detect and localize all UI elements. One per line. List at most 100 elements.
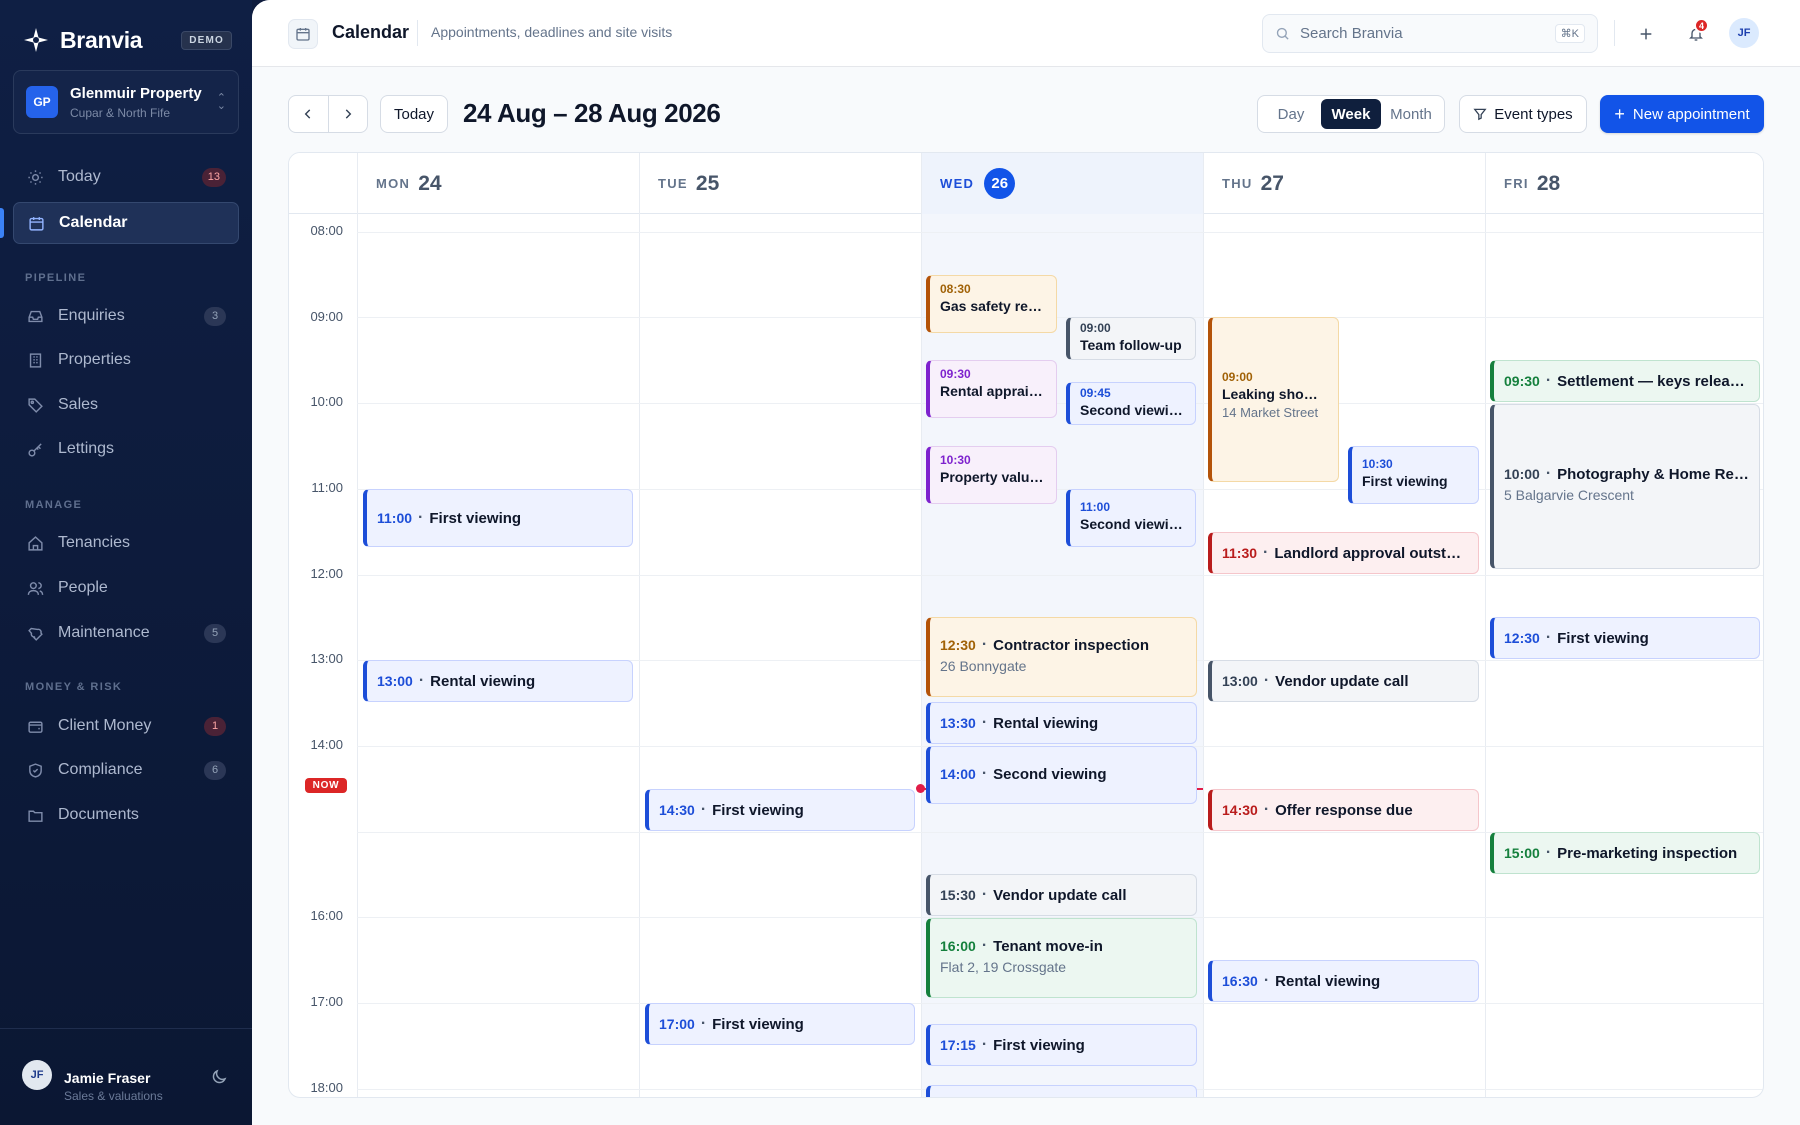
- event-card[interactable]: 12:30 · Contractor inspection 26 Bonnygate: [926, 617, 1197, 697]
- event-time: 16:00: [940, 938, 976, 954]
- sidebar-item-today[interactable]: Today 13: [13, 156, 239, 198]
- sidebar-item-documents[interactable]: Documents: [13, 794, 239, 836]
- event-card[interactable]: 09:30 · Settlement — keys released: [1490, 360, 1760, 402]
- day-header-wed[interactable]: WED 26: [921, 153, 1203, 214]
- day-header-tue[interactable]: TUE 25: [639, 153, 921, 214]
- event-card[interactable]: 09:00 Team follow-up: [1066, 317, 1196, 360]
- event-title: Gas safety rene…: [940, 298, 1046, 314]
- sidebar-item-maintenance[interactable]: Maintenance 5: [13, 612, 239, 654]
- event-card[interactable]: 12:30 · First viewing: [1490, 617, 1760, 659]
- day-number: 24: [418, 171, 442, 195]
- time-label: 12:00: [310, 566, 343, 581]
- next-week-button[interactable]: [327, 96, 368, 132]
- event-types-filter-button[interactable]: Event types: [1459, 95, 1587, 133]
- event-card[interactable]: 15:30 · Vendor update call: [926, 874, 1197, 916]
- day-column-mon[interactable]: [357, 214, 639, 1097]
- sidebar-item-compliance[interactable]: Compliance 6: [13, 749, 239, 791]
- event-time: 09:00: [1080, 321, 1111, 335]
- moon-icon[interactable]: [210, 1068, 228, 1086]
- sidebar-item-tenancies[interactable]: Tenancies: [13, 522, 239, 564]
- event-card[interactable]: 11:00 · First viewing: [363, 489, 633, 547]
- chevron-up-down-icon: ⌃ ⌄: [216, 92, 226, 112]
- user-role: Sales & valuations: [64, 1089, 163, 1103]
- day-header-mon[interactable]: MON 24: [357, 153, 639, 214]
- user-avatar[interactable]: JF: [1729, 18, 1759, 48]
- view-month-button[interactable]: Month: [1381, 99, 1441, 129]
- time-label: 18:00: [310, 1080, 343, 1095]
- event-card[interactable]: 15:00 · Pre-marketing inspection: [1490, 832, 1760, 874]
- sidebar-item-sales[interactable]: Sales: [13, 384, 239, 426]
- hour-line: [357, 232, 1763, 233]
- page-title: Calendar: [332, 22, 410, 42]
- event-title: Settlement — keys released: [1557, 372, 1749, 390]
- event-card[interactable]: 09:45 Second viewing: [1066, 382, 1196, 425]
- enquiries-count-badge: 3: [204, 306, 226, 326]
- time-label: 17:00: [310, 994, 343, 1009]
- org-switcher[interactable]: GP Glenmuir Property Cupar & North Fife …: [13, 70, 239, 134]
- event-title: First viewing: [1362, 473, 1448, 489]
- calendar-icon: [288, 19, 318, 49]
- event-time: 09:30: [1504, 373, 1540, 389]
- event-card[interactable]: 11:00 Second viewing: [1066, 489, 1196, 547]
- event-title: Vendor update call: [993, 886, 1127, 904]
- view-week-button[interactable]: Week: [1321, 99, 1381, 129]
- event-card[interactable]: 13:00 · Vendor update call: [1208, 660, 1479, 702]
- event-title: Property valuat…: [940, 469, 1046, 485]
- event-title: First viewing: [993, 1036, 1085, 1054]
- new-appointment-button[interactable]: + New appointment: [1600, 95, 1764, 133]
- brand[interactable]: Branvia DEMO: [22, 24, 232, 56]
- event-card-partial[interactable]: [926, 1085, 1197, 1097]
- event-title: Second viewing: [1080, 516, 1185, 532]
- sidebar-item-label: Client Money: [58, 717, 152, 734]
- event-card[interactable]: 14:30 · First viewing: [645, 789, 915, 831]
- day-column-tue[interactable]: [639, 214, 921, 1097]
- today-button[interactable]: Today: [380, 95, 448, 133]
- sidebar-item-people[interactable]: People: [13, 567, 239, 609]
- day-header-fri[interactable]: FRI 28: [1485, 153, 1763, 214]
- sidebar-item-calendar[interactable]: Calendar: [13, 202, 239, 244]
- time-label: 14:00: [310, 737, 343, 752]
- event-title: Leaking showe…: [1222, 386, 1328, 402]
- event-card[interactable]: 14:30 · Offer response due: [1208, 789, 1479, 831]
- sidebar-item-properties[interactable]: Properties: [13, 339, 239, 381]
- time-label: 10:00: [310, 394, 343, 409]
- event-card[interactable]: 16:00 · Tenant move-in Flat 2, 19 Crossgat…: [926, 918, 1197, 998]
- brand-logo-icon: [24, 28, 48, 52]
- event-card[interactable]: 13:30 · Rental viewing: [926, 702, 1197, 744]
- day-header-thu[interactable]: THU 27: [1203, 153, 1485, 214]
- event-card[interactable]: 14:00 · Second viewing: [926, 746, 1197, 804]
- now-dot: [916, 784, 925, 793]
- event-card[interactable]: 16:30 · Rental viewing: [1208, 960, 1479, 1002]
- demo-badge: DEMO: [181, 30, 232, 50]
- sidebar-item-lettings[interactable]: Lettings: [13, 428, 239, 470]
- event-title: Second viewing: [1080, 402, 1185, 418]
- event-address: 5 Balgarvie Crescent: [1504, 487, 1634, 503]
- maintenance-count-badge: 5: [204, 623, 226, 643]
- event-time: 13:00: [377, 673, 413, 689]
- search-input[interactable]: [1300, 25, 1530, 42]
- event-card[interactable]: 09:00 Leaking showe… 14 Market Street: [1208, 317, 1339, 482]
- event-card[interactable]: 13:00 · Rental viewing: [363, 660, 633, 702]
- event-card[interactable]: 10:30 First viewing: [1348, 446, 1479, 504]
- sidebar-item-client-money[interactable]: Client Money 1: [13, 705, 239, 747]
- search-box[interactable]: ⌘K: [1262, 14, 1598, 53]
- previous-week-button[interactable]: [289, 96, 328, 132]
- sidebar-item-label: Compliance: [58, 761, 143, 778]
- event-time: 16:30: [1222, 973, 1258, 989]
- event-card[interactable]: 11:30 · Landlord approval outstand…: [1208, 532, 1479, 574]
- filter-icon: [1473, 108, 1487, 121]
- event-card[interactable]: 17:15 · First viewing: [926, 1024, 1197, 1066]
- event-card[interactable]: 17:00 · First viewing: [645, 1003, 915, 1045]
- sidebar-item-enquiries[interactable]: Enquiries 3: [13, 295, 239, 337]
- day-of-week: MON: [376, 176, 411, 191]
- event-card[interactable]: 09:30 Rental appraisal: [926, 360, 1057, 418]
- view-day-button[interactable]: Day: [1261, 99, 1321, 129]
- today-count-badge: 13: [201, 167, 226, 187]
- event-card[interactable]: 08:30 Gas safety rene…: [926, 275, 1057, 333]
- user-profile[interactable]: JF Jamie Fraser Sales & valuations: [0, 1028, 252, 1125]
- event-card[interactable]: 10:30 Property valuat…: [926, 446, 1057, 504]
- event-card[interactable]: 10:00 · Photography & Home Report 5 Balgar…: [1490, 404, 1760, 569]
- event-title: Tenant move-in: [993, 937, 1103, 955]
- sidebar-item-label: Documents: [58, 806, 139, 823]
- quick-add-button[interactable]: [1632, 20, 1660, 48]
